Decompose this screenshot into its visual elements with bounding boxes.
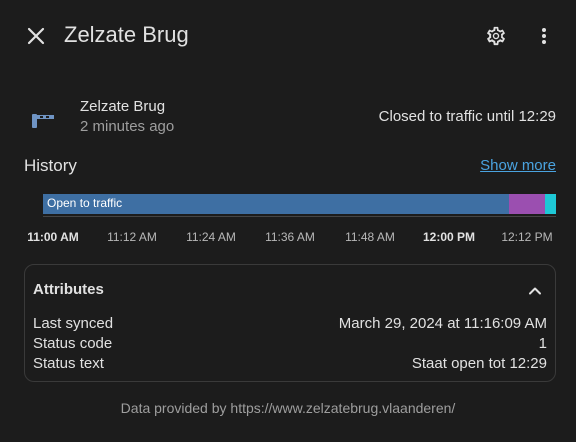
attribution-text: Data provided by https://www.zelzatebrug… [120, 400, 456, 416]
more-info-dialog: Zelzate Brug Zelzate Brug 2 minutes ago … [0, 0, 576, 442]
attribute-value: March 29, 2024 at 11:16:09 AM [338, 315, 547, 332]
attribute-row: Last synced March 29, 2024 at 11:16:09 A… [33, 315, 547, 335]
entity-state: Closed to traffic until 12:29 [378, 108, 556, 125]
axis-tick-label: 11:00 AM [27, 230, 79, 244]
axis-tick-label: 11:24 AM [186, 230, 236, 244]
axis-tick-label: 12:12 PM [501, 230, 553, 244]
axis-tick-label: 11:36 AM [265, 230, 315, 244]
attribute-key: Status text [33, 355, 104, 372]
timeline-baseline [43, 216, 556, 217]
entity-name: Zelzate Brug [80, 98, 166, 115]
dialog-header: Zelzate Brug [0, 0, 576, 72]
timeline-segment[interactable] [509, 194, 545, 214]
timeline-segment-label: Open to traffic [47, 196, 123, 210]
attribute-key: Status code [33, 335, 113, 352]
attributes-title: Attributes [33, 281, 104, 298]
entity-last-changed: 2 minutes ago [80, 118, 175, 135]
timeline-segment[interactable]: Open to traffic [43, 194, 509, 214]
attribute-row: Status text Staat open tot 12:29 [33, 355, 547, 375]
gear-icon [487, 26, 505, 46]
timeline-axis: 11:00 AM 11:12 AM 11:24 AM 11:36 AM 11:48 AM… [0, 230, 576, 246]
settings-button[interactable] [480, 20, 512, 52]
attribute-value: 1 [538, 335, 547, 352]
attribute-row: Status code 1 [33, 335, 547, 355]
more-options-button[interactable] [528, 20, 560, 52]
attribute-key: Last synced [33, 315, 114, 332]
entity-row: Zelzate Brug 2 minutes ago Closed to tra… [0, 92, 576, 142]
chevron-up-icon [529, 287, 541, 295]
timeline-segment[interactable] [545, 194, 556, 214]
history-title: History [24, 156, 77, 175]
close-icon [27, 27, 45, 45]
history-timeline[interactable]: Open to traffic [43, 194, 556, 214]
axis-tick-label: 12:00 PM [422, 230, 476, 244]
attribute-value: Staat open tot 12:29 [411, 355, 547, 372]
collapse-attributes-button[interactable] [523, 279, 547, 303]
axis-tick-label: 11:12 AM [107, 230, 157, 244]
show-more-link[interactable]: Show more [480, 157, 556, 174]
more-vertical-icon [542, 28, 546, 44]
attributes-panel: Attributes Last synced March 29, 2024 at… [24, 264, 556, 382]
close-button[interactable] [20, 20, 52, 52]
axis-tick-label: 11:48 AM [345, 230, 395, 244]
boom-gate-icon [32, 114, 54, 128]
dialog-title: Zelzate Brug [64, 22, 189, 47]
